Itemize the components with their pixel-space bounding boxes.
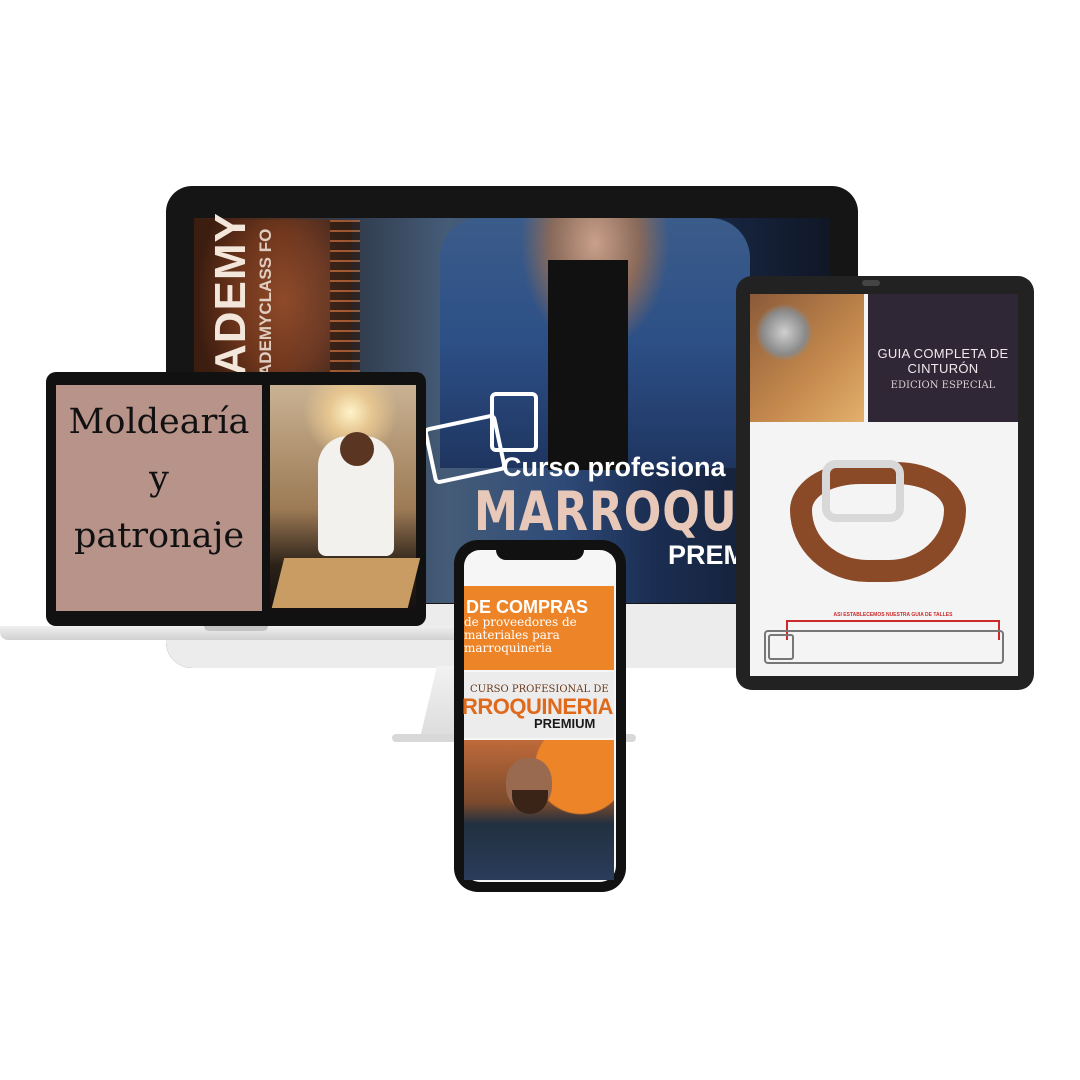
guide-subtitle: EDICION ESPECIAL (890, 380, 996, 391)
buckle-photo (750, 294, 864, 422)
belt-outline-buckle (768, 634, 794, 660)
tailor-head (340, 432, 374, 466)
guide-title: GUIA COMPLETA DE CINTURÓN (877, 346, 1009, 376)
wallet-icon (490, 392, 538, 452)
course-banner-tier: PREMIUM (534, 716, 596, 731)
size-guide-caption: ASI ESTABLECEMOS NUESTRA GUIA DE TALLES (833, 612, 953, 618)
academy-brand-text: ADEMY (206, 212, 255, 376)
laptop-notch (204, 626, 268, 631)
belt-buckle-image (822, 460, 904, 522)
belt-outline-diagram (764, 630, 1004, 664)
academy-brand-subtext: ADEMYCLASS FO (256, 228, 275, 376)
laptop-course-title: Moldearía y patronaje (56, 394, 262, 565)
laptop-title-line3: patronaje (73, 516, 245, 556)
laptop-title-line1: Moldearía (68, 402, 250, 442)
course-heading: Curso profesiona (502, 452, 726, 482)
phone-notch (496, 548, 584, 560)
pattern-paper (271, 558, 421, 608)
supplier-guide-subtitle: de proveedores de materiales para marroq… (464, 615, 577, 655)
instructor-shirt (548, 260, 628, 470)
course-tier: PREM (668, 540, 747, 570)
tablet-camera (862, 280, 880, 286)
laptop-title-line2: y (149, 459, 169, 499)
